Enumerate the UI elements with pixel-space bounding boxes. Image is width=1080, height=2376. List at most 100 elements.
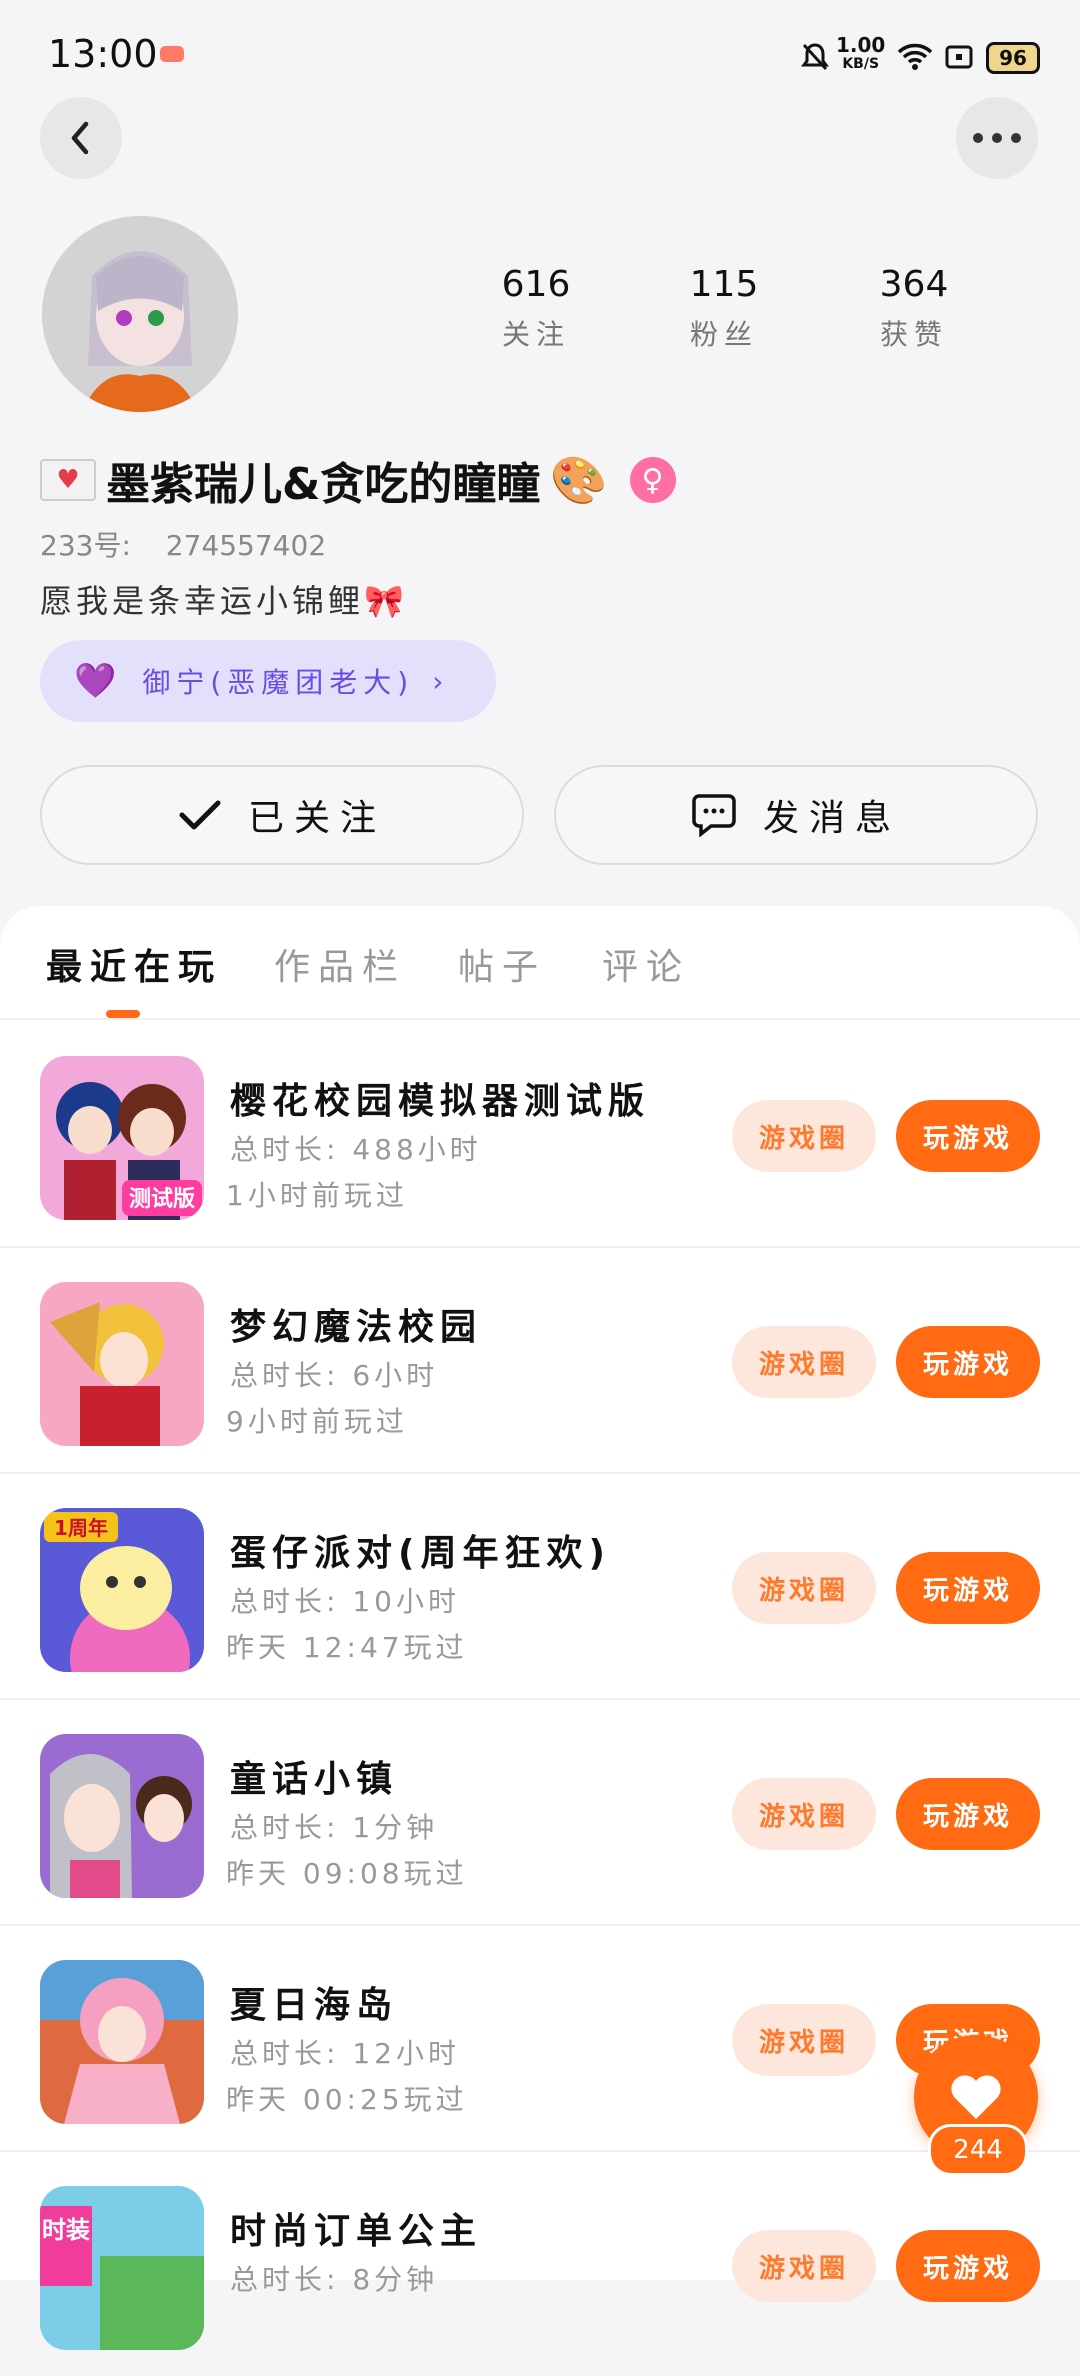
game-mode-icon	[160, 46, 184, 62]
duration-value: 12小时	[352, 2037, 460, 2070]
more-dots-icon	[973, 133, 1021, 143]
stat-label: 关注	[501, 318, 570, 351]
status-bar: 13:00 1.00 KB/S 96	[0, 0, 1080, 110]
game-name[interactable]: 蛋仔派对(周年狂欢)	[230, 1524, 611, 1576]
game-row[interactable]: 时装 时尚订单公主 总时长: 8分钟 游戏圈 玩游戏	[0, 2150, 1080, 2376]
avatar[interactable]	[42, 216, 238, 412]
game-name[interactable]: 樱花校园模拟器测试版	[230, 1072, 650, 1124]
game-duration: 总时长: 1分钟	[230, 1806, 438, 1846]
speed-value: 1.00	[836, 33, 886, 57]
game-row[interactable]: 1周年 蛋仔派对(周年狂欢) 总时长: 10小时 昨天 12:47玩过 游戏圈 …	[0, 1472, 1080, 1700]
uid-value[interactable]: 274557402	[166, 529, 326, 562]
game-duration: 总时长: 8分钟	[230, 2258, 438, 2298]
back-button[interactable]	[40, 97, 122, 179]
nickname: 墨紫瑞儿&贪吃的瞳瞳	[106, 459, 541, 510]
game-row[interactable]: 童话小镇 总时长: 1分钟 昨天 09:08玩过 游戏圈 玩游戏	[0, 1698, 1080, 1926]
game-name[interactable]: 童话小镇	[230, 1750, 398, 1802]
game-icon-text: 1周年	[54, 1516, 108, 1540]
stat-value: 364	[879, 264, 949, 305]
clock: 13:00	[48, 32, 158, 76]
tab-indicator	[106, 1010, 140, 1018]
game-icon-text: 时装	[42, 2216, 90, 2244]
last-played: 9小时前玩过	[226, 1405, 408, 1438]
game-icon[interactable]	[40, 1960, 204, 2124]
duration-value: 10小时	[352, 1585, 460, 1618]
play-game-button[interactable]: 玩游戏	[896, 1778, 1040, 1850]
game-circle-button[interactable]: 游戏圈	[732, 1778, 876, 1850]
last-played: 1小时前玩过	[226, 1179, 408, 1212]
send-message-label: 发消息	[762, 798, 901, 839]
stat-following[interactable]: 616 关注	[456, 264, 616, 353]
relation-label: 御宁(恶魔团老大)	[142, 666, 415, 699]
stat-value: 616	[501, 264, 571, 305]
duration-label: 总时长:	[230, 1811, 340, 1844]
screen-icon	[944, 40, 974, 74]
palette-icon: 🎨	[550, 452, 608, 507]
game-circle-button[interactable]: 游戏圈	[732, 1552, 876, 1624]
game-duration: 总时长: 488小时	[230, 1128, 482, 1168]
stat-likes[interactable]: 364 获赞	[834, 264, 994, 353]
nickname-row: ♥ 墨紫瑞儿&贪吃的瞳瞳 🎨 ♀	[40, 448, 676, 512]
game-circle-button[interactable]: 游戏圈	[732, 2230, 876, 2302]
stat-label: 粉丝	[689, 318, 758, 351]
game-icon[interactable]	[40, 1734, 204, 1898]
game-icon[interactable]: 测试版	[40, 1056, 204, 1220]
check-icon	[178, 798, 222, 832]
duration-value: 488小时	[352, 1133, 482, 1166]
game-circle-button[interactable]: 游戏圈	[732, 1326, 876, 1398]
chevron-right-icon: ›	[432, 664, 450, 698]
tab-posts[interactable]: 帖子	[458, 938, 546, 990]
chat-bubble-icon	[691, 793, 737, 837]
game-icon[interactable]: 1周年	[40, 1508, 204, 1672]
duration-value: 1分钟	[352, 1811, 439, 1844]
wifi-icon	[896, 40, 934, 74]
heart-icon	[951, 2075, 1001, 2119]
relation-badge[interactable]: 💜 御宁(恶魔团老大) ›	[40, 640, 496, 722]
stat-fans[interactable]: 115 粉丝	[644, 264, 804, 353]
game-name[interactable]: 夏日海岛	[230, 1976, 398, 2028]
tab-works[interactable]: 作品栏	[274, 938, 406, 990]
play-game-button[interactable]: 玩游戏	[896, 1326, 1040, 1398]
stat-value: 115	[689, 264, 759, 305]
bio-text: 愿我是条幸运小锦鲤🎀	[40, 582, 408, 620]
game-icon[interactable]	[40, 1282, 204, 1446]
last-played: 昨天 00:25玩过	[226, 2083, 468, 2116]
play-game-button[interactable]: 玩游戏	[896, 1100, 1040, 1172]
play-game-button[interactable]: 玩游戏	[896, 1552, 1040, 1624]
game-circle-button[interactable]: 游戏圈	[732, 2004, 876, 2076]
like-count: 244	[928, 2124, 1028, 2176]
game-icon[interactable]: 时装	[40, 2186, 204, 2350]
female-icon: ♀	[629, 457, 676, 503]
last-played: 昨天 09:08玩过	[226, 1857, 468, 1890]
duration-label: 总时长:	[230, 2037, 340, 2070]
game-name[interactable]: 梦幻魔法校园	[230, 1298, 482, 1350]
back-arrow-icon	[71, 121, 89, 155]
double-heart-icon: 💜	[74, 661, 123, 701]
game-duration: 总时长: 10小时	[230, 1580, 460, 1620]
speed-unit: KB/S	[842, 56, 880, 72]
duration-label: 总时长:	[230, 1585, 340, 1618]
game-duration: 总时长: 12小时	[230, 2032, 460, 2072]
duration-label: 总时长:	[230, 1133, 340, 1166]
game-row[interactable]: 梦幻魔法校园 总时长: 6小时 9小时前玩过 游戏圈 玩游戏	[0, 1246, 1080, 1474]
send-message-button[interactable]: 发消息	[554, 765, 1038, 865]
avatar-image	[42, 216, 238, 412]
game-row[interactable]: 测试版 樱花校园模拟器测试版 总时长: 488小时 1小时前玩过 游戏圈 玩游戏	[0, 1020, 1080, 1248]
followed-button[interactable]: 已关注	[40, 765, 524, 865]
stat-label: 获赞	[879, 318, 948, 351]
love-letter-icon: ♥	[40, 459, 96, 501]
user-id-row: 233号: 274557402	[40, 524, 326, 564]
game-circle-button[interactable]: 游戏圈	[732, 1100, 876, 1172]
followed-label: 已关注	[247, 798, 386, 839]
game-name[interactable]: 时尚订单公主	[230, 2202, 482, 2254]
tab-comments[interactable]: 评论	[602, 938, 690, 990]
game-duration: 总时长: 6小时	[230, 1354, 438, 1394]
tab-recently-played[interactable]: 最近在玩	[46, 938, 222, 990]
network-speed: 1.00 KB/S	[836, 33, 886, 74]
duration-label: 总时长:	[230, 1359, 340, 1392]
more-options-button[interactable]	[956, 97, 1038, 179]
battery-indicator: 96	[986, 42, 1040, 74]
game-icon-text: 测试版	[129, 1187, 195, 1212]
play-game-button[interactable]: 玩游戏	[896, 2230, 1040, 2302]
duration-value: 6小时	[352, 1359, 439, 1392]
